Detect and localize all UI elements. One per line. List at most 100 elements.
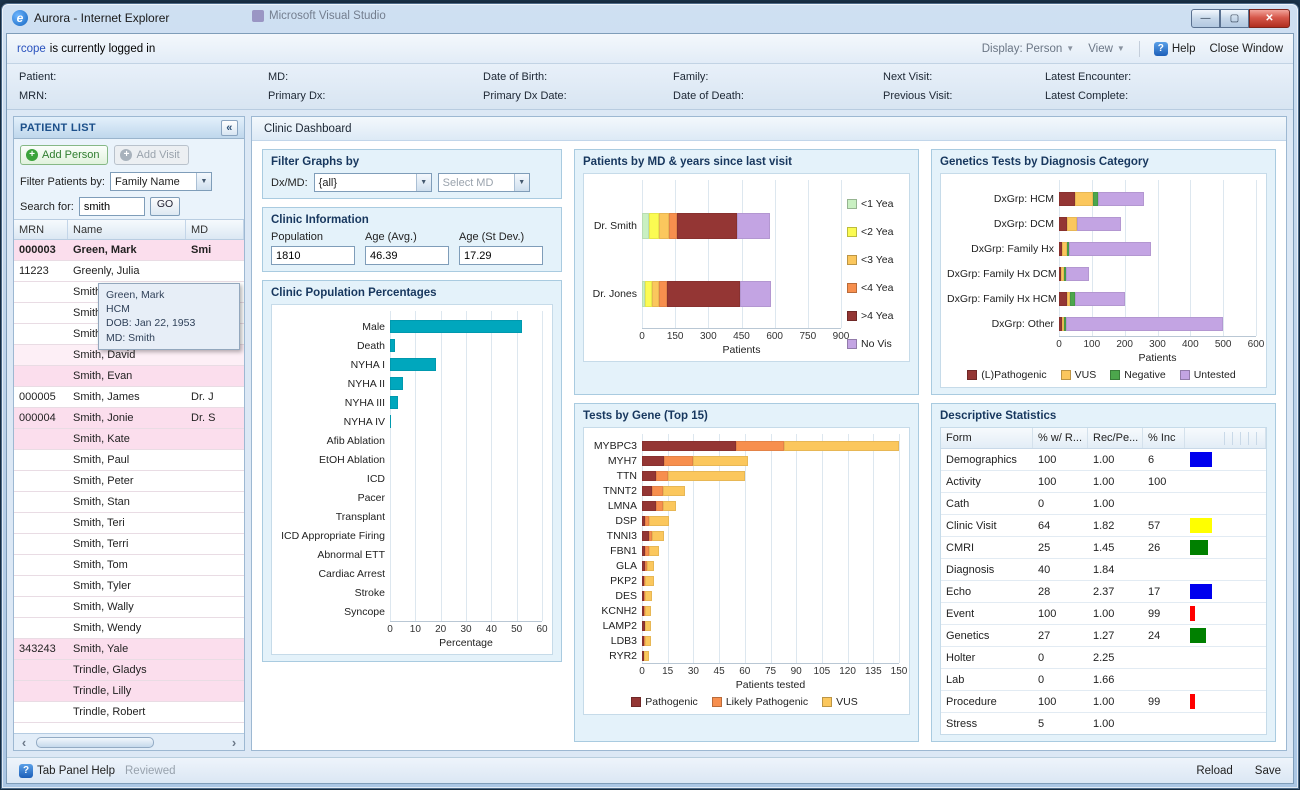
- patient-row[interactable]: Trindle, Robert: [14, 702, 244, 723]
- stats-column-rec[interactable]: Rec/Pe...: [1088, 428, 1143, 448]
- filter-by-select[interactable]: Family Name ▼: [110, 172, 212, 191]
- close-window-button[interactable]: Close Window: [1210, 43, 1284, 55]
- patient-row[interactable]: Smith, Paul: [14, 450, 244, 471]
- add-visit-button[interactable]: + Add Visit: [114, 145, 188, 165]
- stats-row[interactable]: Stress51.00: [941, 713, 1266, 735]
- patient-row[interactable]: Smith, Wally: [14, 597, 244, 618]
- help-button[interactable]: ? Help: [1154, 42, 1196, 56]
- legend-swatch: [847, 311, 857, 321]
- patient-row[interactable]: 000005Smith, JamesDr. J: [14, 387, 244, 408]
- patient-mrn: 000003: [14, 244, 68, 256]
- stats-row[interactable]: Procedure1001.0099: [941, 691, 1266, 713]
- chart-bar: [1059, 242, 1256, 256]
- close-icon[interactable]: ✕: [1249, 9, 1290, 28]
- chart-row: TTN: [590, 468, 899, 483]
- stats-color-bar: [1190, 628, 1206, 643]
- chart-row: Pacer: [278, 488, 542, 507]
- stats-cell: 24: [1143, 630, 1185, 642]
- chart-x-axis-title: Patients tested: [642, 677, 899, 692]
- chart-bar: [1059, 292, 1256, 306]
- chart-legend-item: Negative: [1110, 369, 1165, 381]
- go-button[interactable]: GO: [150, 197, 180, 216]
- stats-row[interactable]: Cath01.00: [941, 493, 1266, 515]
- stats-row[interactable]: Genetics271.2724: [941, 625, 1266, 647]
- stats-row[interactable]: Lab01.66: [941, 669, 1266, 691]
- stats-row[interactable]: Demographics1001.006: [941, 449, 1266, 471]
- stats-row[interactable]: CMRI251.4526: [941, 537, 1266, 559]
- patient-row[interactable]: Trindle, Lilly: [14, 681, 244, 702]
- patient-row[interactable]: Trindle, Gladys: [14, 660, 244, 681]
- patient-name: Smith, Tom: [68, 559, 186, 571]
- save-button[interactable]: Save: [1255, 765, 1281, 777]
- chart-legend-item: Likely Pathogenic: [712, 696, 808, 708]
- tab-panel-help-button[interactable]: ? Tab Panel Help: [19, 764, 115, 778]
- stats-row[interactable]: Event1001.0099: [941, 603, 1266, 625]
- patient-row[interactable]: Smith, Wendy: [14, 618, 244, 639]
- stats-row[interactable]: Diagnosis401.84: [941, 559, 1266, 581]
- legend-label: Untested: [1194, 369, 1236, 381]
- stats-row[interactable]: Echo282.3717: [941, 581, 1266, 603]
- patient-row[interactable]: 000004Smith, JonieDr. S: [14, 408, 244, 429]
- patient-row[interactable]: Smith, Teri: [14, 513, 244, 534]
- stats-column-form[interactable]: Form: [941, 428, 1033, 448]
- view-dropdown[interactable]: View▼: [1088, 43, 1125, 55]
- patient-row[interactable]: 11223Greenly, Julia: [14, 261, 244, 282]
- patient-row[interactable]: Smith, Terri: [14, 534, 244, 555]
- chart-bar: [390, 358, 542, 371]
- chart-bar-segment: [390, 339, 395, 352]
- chart-bar-segment: [390, 377, 403, 390]
- chart-category-label: Death: [278, 340, 390, 352]
- patient-row[interactable]: Smith, Tyler: [14, 576, 244, 597]
- patient-row[interactable]: 343243Smith, Yale: [14, 639, 244, 660]
- column-header-md[interactable]: MD: [186, 220, 244, 239]
- patient-row[interactable]: Smith, Evan: [14, 366, 244, 387]
- stats-column-inc[interactable]: % Inc: [1143, 428, 1185, 448]
- window-title: Aurora - Internet Explorer: [34, 11, 169, 25]
- stats-row[interactable]: Clinic Visit641.8257: [941, 515, 1266, 537]
- scrollbar-thumb[interactable]: [36, 737, 154, 748]
- title-bar[interactable]: e Aurora - Internet Explorer Microsoft V…: [2, 4, 1298, 31]
- chart-tick-label: 20: [435, 624, 446, 635]
- legend-swatch: [847, 199, 857, 209]
- scrollbar-track[interactable]: [32, 737, 226, 748]
- horizontal-scrollbar[interactable]: ‹ ›: [14, 733, 244, 750]
- scroll-left-icon[interactable]: ‹: [16, 735, 32, 750]
- collapse-panel-button[interactable]: «: [221, 120, 238, 136]
- clinic-info-value[interactable]: [271, 246, 355, 265]
- search-input[interactable]: [79, 197, 145, 216]
- stats-table-header: Form % w/ R... Rec/Pe... % Inc: [941, 428, 1266, 449]
- patient-row[interactable]: Smith, Peter: [14, 471, 244, 492]
- minimize-button[interactable]: —: [1191, 9, 1220, 28]
- chart-bar-segment: [1075, 192, 1093, 206]
- reload-button[interactable]: Reload: [1196, 765, 1232, 777]
- patient-row[interactable]: Smith, Stan: [14, 492, 244, 513]
- add-person-button[interactable]: + Add Person: [20, 145, 108, 165]
- clinic-dashboard-tab[interactable]: Clinic Dashboard: [252, 117, 1286, 141]
- chart-row: NYHA II: [278, 374, 542, 393]
- logged-in-user[interactable]: rcope: [17, 43, 46, 55]
- chart-bar-segment: [1075, 292, 1124, 306]
- display-person-dropdown[interactable]: Display: Person▼: [982, 43, 1074, 55]
- patient-row[interactable]: Smith, Kate: [14, 429, 244, 450]
- clinic-info-value[interactable]: [459, 246, 543, 265]
- stats-column-pct[interactable]: % w/ R...: [1033, 428, 1088, 448]
- dx-select[interactable]: {all} ▼: [314, 173, 432, 192]
- chart-row: Stroke: [278, 583, 542, 602]
- reviewed-toggle[interactable]: Reviewed: [125, 765, 176, 777]
- stats-row[interactable]: Activity1001.00100: [941, 471, 1266, 493]
- clinic-info-value[interactable]: [365, 246, 449, 265]
- md-select[interactable]: Select MD ▼: [438, 173, 530, 192]
- maximize-button[interactable]: ▢: [1220, 9, 1249, 28]
- chart-bar-segment: [663, 486, 685, 496]
- legend-label: <3 Yea: [861, 254, 893, 266]
- stats-cell: 1.82: [1088, 520, 1143, 532]
- stats-row[interactable]: Holter02.25: [941, 647, 1266, 669]
- patient-name: Greenly, Julia: [68, 265, 186, 277]
- chart-bar: [1059, 317, 1256, 331]
- patient-row[interactable]: Smith, Tom: [14, 555, 244, 576]
- patient-row[interactable]: 000003Green, MarkSmi: [14, 240, 244, 261]
- scroll-right-icon[interactable]: ›: [226, 735, 242, 750]
- chart-bar-segment: [647, 561, 654, 571]
- column-header-name[interactable]: Name: [68, 220, 186, 239]
- column-header-mrn[interactable]: MRN: [14, 220, 68, 239]
